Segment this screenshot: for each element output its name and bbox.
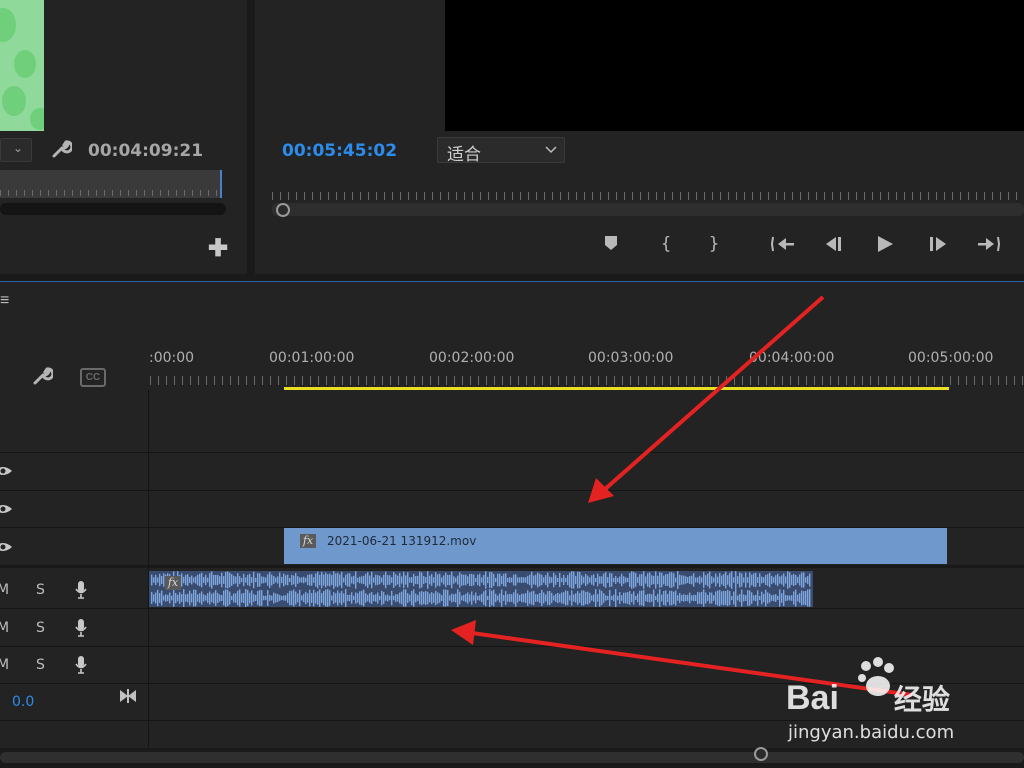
go-to-in-icon[interactable] xyxy=(770,234,796,259)
timeline-scroll-bar[interactable] xyxy=(0,752,1024,763)
audio-waveform xyxy=(151,571,811,607)
add-marker-icon[interactable] xyxy=(599,234,623,257)
go-to-out-icon[interactable] xyxy=(976,234,1002,259)
fx-badge: fx xyxy=(300,534,316,548)
watermark-url: jingyan.baidu.com xyxy=(788,722,955,743)
ruler-label-4: 00:04:00:00 xyxy=(749,350,835,366)
program-ruler[interactable] xyxy=(272,182,1024,200)
audio-clip[interactable]: fx xyxy=(149,571,813,607)
work-area-bar[interactable] xyxy=(284,387,949,390)
eye-icon[interactable] xyxy=(0,502,12,516)
closed-captions-icon[interactable]: CC xyxy=(80,368,106,387)
mute-button[interactable]: M xyxy=(0,582,9,598)
solo-button[interactable]: S xyxy=(36,620,45,636)
playhead-handle[interactable] xyxy=(276,203,290,217)
solo-button[interactable]: S xyxy=(36,582,45,598)
program-scroll-bar[interactable] xyxy=(272,203,1024,216)
scroll-handle[interactable] xyxy=(754,747,768,761)
mute-button[interactable]: M xyxy=(0,620,9,636)
microphone-icon[interactable] xyxy=(74,580,88,600)
source-monitor-panel: ⌄ 00:04:09:21 ✚ xyxy=(0,0,247,274)
microphone-icon[interactable] xyxy=(74,618,88,638)
fit-dropdown[interactable]: 适合 xyxy=(437,137,565,165)
solo-button[interactable]: S xyxy=(36,657,45,673)
program-video-display xyxy=(445,0,1024,131)
microphone-icon[interactable] xyxy=(74,655,88,675)
ruler-label-2: 00:02:00:00 xyxy=(429,350,515,366)
chevron-down-icon: ⌄ xyxy=(13,141,24,155)
video-clip[interactable]: fx 2021-06-21 131912.mov xyxy=(284,528,947,564)
mark-in-icon[interactable]: { xyxy=(654,234,678,254)
wrench-icon[interactable] xyxy=(50,138,72,160)
chevron-down-icon xyxy=(545,146,557,154)
mute-button[interactable]: M xyxy=(0,657,9,673)
source-video-thumbnail xyxy=(0,0,44,131)
timeline-ruler[interactable] xyxy=(150,376,1024,385)
source-timecode[interactable]: 00:04:09:21 xyxy=(88,141,203,161)
fit-dropdown-value: 适合 xyxy=(447,145,481,165)
source-scroll-bar[interactable] xyxy=(0,203,226,215)
ruler-label-0: :00:00 xyxy=(149,350,195,366)
mark-out-icon[interactable]: } xyxy=(702,234,726,254)
track-header-divider xyxy=(148,390,149,748)
ruler-label-1: 00:01:00:00 xyxy=(269,350,355,366)
eye-icon[interactable] xyxy=(0,464,12,478)
ruler-label-3: 00:03:00:00 xyxy=(588,350,674,366)
play-icon[interactable] xyxy=(873,234,897,259)
step-forward-icon[interactable] xyxy=(926,234,950,259)
fx-badge: fx xyxy=(165,576,181,590)
panel-divider[interactable] xyxy=(247,0,255,274)
panel-menu-icon[interactable]: ≡ xyxy=(0,292,9,310)
source-dropdown[interactable]: ⌄ xyxy=(0,138,32,162)
ruler-label-5: 00:05:00:00 xyxy=(908,350,994,366)
step-back-icon[interactable] xyxy=(822,234,846,259)
video-clip-name: 2021-06-21 131912.mov xyxy=(327,534,477,548)
wrench-icon[interactable] xyxy=(31,364,53,388)
master-bowtie-icon[interactable] xyxy=(118,688,138,704)
paw-logo-icon xyxy=(858,657,894,696)
eye-icon[interactable] xyxy=(0,540,12,554)
program-timecode[interactable]: 00:05:45:02 xyxy=(282,141,397,161)
master-level-value[interactable]: 0.0 xyxy=(12,694,34,710)
add-button[interactable]: ✚ xyxy=(208,234,228,263)
source-ruler[interactable] xyxy=(0,170,222,198)
